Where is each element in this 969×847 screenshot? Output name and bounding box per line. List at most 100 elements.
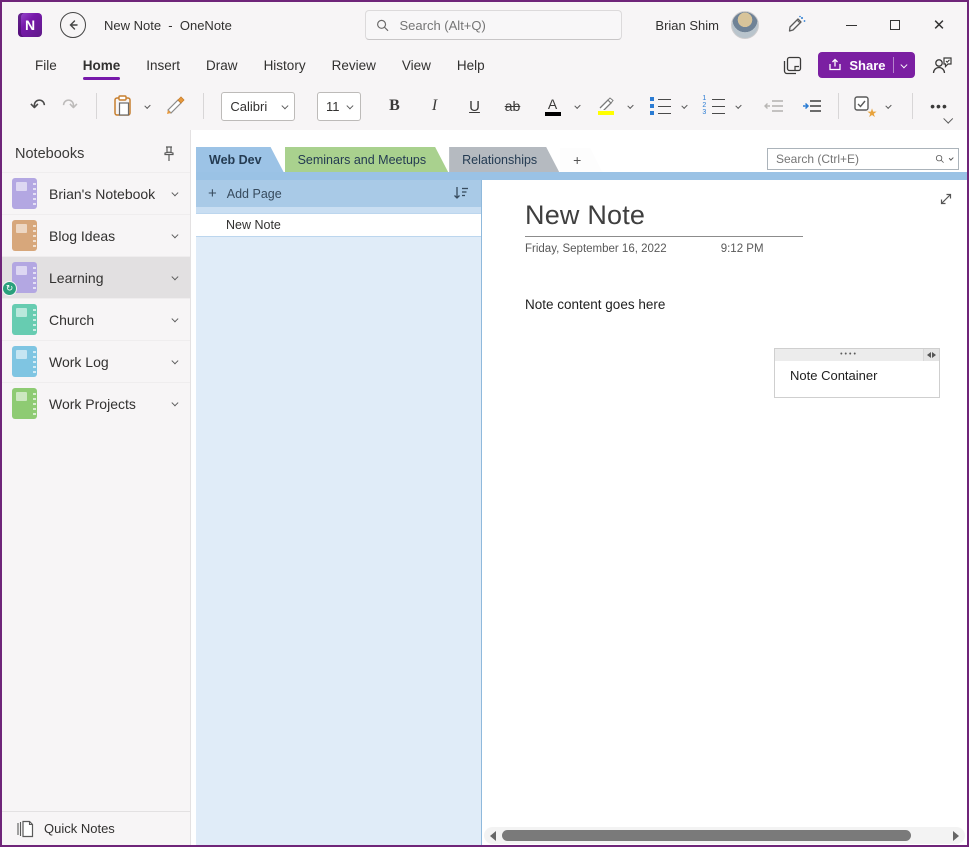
scrollbar-thumb[interactable] xyxy=(502,830,911,841)
toolbar-divider xyxy=(96,93,97,119)
font-color-button[interactable]: A xyxy=(539,91,567,121)
chevron-down-icon[interactable] xyxy=(171,358,177,364)
paste-button[interactable] xyxy=(109,91,137,121)
editor-canvas[interactable]: New Note Friday, September 16, 2022 9:12… xyxy=(482,180,967,827)
add-section-button[interactable]: + xyxy=(560,148,602,172)
horizontal-scrollbar[interactable] xyxy=(484,827,965,844)
chevron-down-icon[interactable] xyxy=(171,232,177,238)
search-scope-chevron-icon[interactable] xyxy=(949,156,954,161)
menu-view[interactable]: View xyxy=(389,52,444,78)
quick-notes-button[interactable]: Quick Notes xyxy=(2,811,190,845)
font-color-swatch xyxy=(545,112,561,116)
underline-button[interactable]: U xyxy=(461,91,489,121)
resize-left-arrow-icon xyxy=(927,352,931,358)
highlight-color-swatch xyxy=(598,111,614,115)
todo-tag-chevron-icon[interactable] xyxy=(886,102,892,108)
page-editor: New Note Friday, September 16, 2022 9:12… xyxy=(482,180,967,845)
note-container-move-handle[interactable]: •••• xyxy=(775,349,939,361)
title-divider xyxy=(525,236,803,237)
feedback-icon[interactable] xyxy=(931,55,953,75)
section-tab-seminars-and-meetups[interactable]: Seminars and Meetups xyxy=(285,147,449,172)
paste-dropdown-chevron-icon[interactable] xyxy=(144,102,150,108)
notebook-item-learning[interactable]: Learning ↻ xyxy=(2,256,190,298)
title-bar: N New Note - OneNote Brian Shim ✕ xyxy=(2,2,967,48)
highlight-button[interactable] xyxy=(592,91,620,121)
back-button[interactable] xyxy=(60,12,86,38)
section-search-input[interactable] xyxy=(776,152,931,166)
notebook-item-church[interactable]: Church xyxy=(2,298,190,340)
menu-history[interactable]: History xyxy=(251,52,319,78)
menu-insert[interactable]: Insert xyxy=(133,52,193,78)
collapse-ribbon-button[interactable] xyxy=(944,110,951,128)
notebook-label: Blog Ideas xyxy=(49,228,160,244)
redo-button[interactable]: ↷ xyxy=(56,91,84,121)
chevron-down-icon[interactable] xyxy=(171,274,177,280)
maximize-button[interactable] xyxy=(873,8,917,42)
notebook-item-work-log[interactable]: Work Log xyxy=(2,340,190,382)
numbered-list-chevron-icon[interactable] xyxy=(736,102,742,108)
section-tab-label: Web Dev xyxy=(209,153,262,167)
highlight-chevron-icon[interactable] xyxy=(628,102,634,108)
plus-icon: + xyxy=(573,152,581,168)
notebook-item-brians-notebook[interactable]: Brian's Notebook xyxy=(2,172,190,214)
notebook-item-work-projects[interactable]: Work Projects xyxy=(2,382,190,424)
menu-home[interactable]: Home xyxy=(70,52,134,78)
page-item-new-note[interactable]: New Note xyxy=(196,213,481,237)
increase-indent-button[interactable] xyxy=(798,91,826,121)
section-tab-relationships[interactable]: Relationships xyxy=(449,147,559,172)
content-row: + Add Page New Note New Note xyxy=(191,180,967,845)
font-name-select[interactable]: Calibri xyxy=(221,92,295,121)
scrollbar-track[interactable] xyxy=(502,830,947,841)
notebooks-header: Notebooks xyxy=(2,136,190,172)
sort-pages-icon[interactable] xyxy=(453,186,469,201)
decrease-indent-button[interactable] xyxy=(760,91,788,121)
chevron-down-icon[interactable] xyxy=(171,190,177,196)
font-color-chevron-icon[interactable] xyxy=(574,102,580,108)
menu-file[interactable]: File xyxy=(22,52,70,78)
scroll-right-button[interactable] xyxy=(951,831,961,841)
global-search[interactable] xyxy=(365,10,622,40)
format-painter-button[interactable] xyxy=(163,91,191,121)
share-button[interactable]: Share xyxy=(818,52,915,78)
window-title: New Note - OneNote xyxy=(104,18,232,33)
scroll-left-button[interactable] xyxy=(488,831,498,841)
note-body-text[interactable]: Note content goes here xyxy=(525,297,967,312)
page-title[interactable]: New Note xyxy=(525,200,967,231)
close-button[interactable]: ✕ xyxy=(917,8,961,42)
todo-tag-button[interactable]: ★ xyxy=(850,91,878,121)
bold-button[interactable]: B xyxy=(381,91,409,121)
note-container-resize-handle[interactable] xyxy=(923,349,939,361)
menu-help[interactable]: Help xyxy=(444,52,498,78)
note-container[interactable]: •••• Note Container xyxy=(774,348,940,398)
section-search[interactable] xyxy=(767,148,959,170)
undo-button[interactable]: ↶ xyxy=(24,91,52,121)
highlighter-pen-icon xyxy=(598,97,614,110)
font-size-select[interactable]: 11 xyxy=(317,92,360,121)
bullet-list-button[interactable] xyxy=(646,91,674,121)
notebook-item-blog-ideas[interactable]: Blog Ideas xyxy=(2,214,190,256)
title-bar-right: Brian Shim ✕ xyxy=(655,8,967,42)
full-page-view-icon[interactable] xyxy=(783,56,802,75)
whats-new-megaphone-icon[interactable] xyxy=(781,10,811,40)
scroll-left-arrow-icon xyxy=(490,831,496,841)
numbered-list-button[interactable]: 1 2 3 xyxy=(700,91,728,121)
section-tab-web-dev[interactable]: Web Dev xyxy=(196,147,284,172)
minimize-button[interactable] xyxy=(829,8,873,42)
menu-review[interactable]: Review xyxy=(319,52,389,78)
note-container-text[interactable]: Note Container xyxy=(775,361,939,383)
global-search-input[interactable] xyxy=(400,18,612,33)
maximize-icon xyxy=(890,20,900,30)
strikethrough-button[interactable]: ab xyxy=(499,91,527,121)
italic-button[interactable]: I xyxy=(421,91,449,121)
bullet-list-chevron-icon[interactable] xyxy=(682,102,688,108)
tag-star-icon: ★ xyxy=(867,106,878,120)
chevron-down-icon[interactable] xyxy=(171,400,177,406)
notebook-icon xyxy=(12,178,37,209)
notebook-label: Church xyxy=(49,312,160,328)
main-area: Web Dev Seminars and Meetups Relationshi… xyxy=(191,130,967,845)
menu-draw[interactable]: Draw xyxy=(193,52,251,78)
pin-icon[interactable] xyxy=(162,146,176,162)
user-avatar[interactable] xyxy=(731,11,759,39)
chevron-down-icon[interactable] xyxy=(171,316,177,322)
add-page-button[interactable]: + Add Page xyxy=(196,180,481,207)
